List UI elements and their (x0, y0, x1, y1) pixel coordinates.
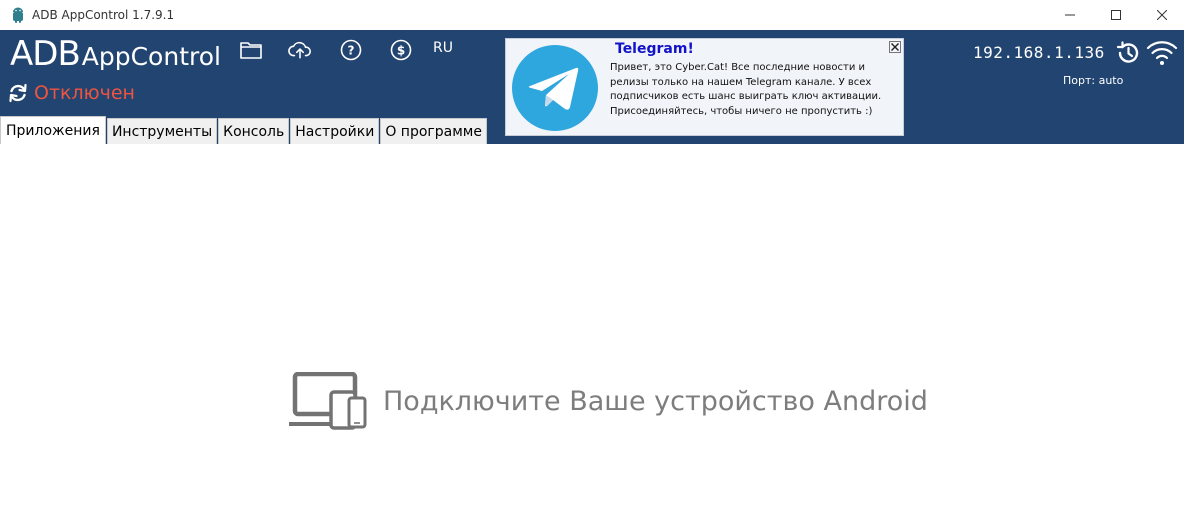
cloud-upload-icon (288, 41, 311, 59)
close-button[interactable] (1139, 0, 1184, 30)
maximize-button[interactable] (1093, 0, 1139, 30)
app-logo: ADB AppControl (10, 34, 221, 74)
close-icon (1157, 10, 1167, 20)
banner-title: Telegram! (615, 41, 694, 57)
connection-status: Отключен (7, 82, 135, 104)
svg-text:?: ? (348, 44, 355, 58)
tab-tools[interactable]: Инструменты (106, 118, 218, 144)
banner-text: Привет, это Cyber.Cat! Все последние нов… (610, 62, 882, 117)
port-label: Порт: auto (1063, 74, 1124, 87)
wifi-icon[interactable] (1146, 39, 1178, 67)
help-button[interactable]: ? (339, 38, 363, 62)
tab-console[interactable]: Консоль (218, 118, 290, 144)
telegram-banner[interactable]: Telegram! Привет, это Cyber.Cat! Все пос… (505, 38, 904, 136)
history-icon[interactable] (1115, 40, 1141, 66)
app-window: ADB AppControl 1.7.9.1 ADB AppControl ? … (0, 0, 1184, 513)
tab-bar: Приложения Инструменты Консоль Настройки… (0, 116, 488, 144)
tab-apps[interactable]: Приложения (0, 116, 106, 144)
cloud-upload-button[interactable] (288, 38, 312, 62)
app-header: ADB AppControl ? $ RU Отключен Telegram!… (0, 30, 1184, 144)
donate-icon: $ (390, 39, 412, 61)
logo-adb: ADB (10, 34, 81, 74)
banner-close-button[interactable] (888, 40, 902, 54)
language-switch[interactable]: RU (433, 40, 453, 56)
apps-panel: Подключите Ваше устройство Android (0, 144, 1184, 513)
devices-icon (289, 372, 367, 430)
ip-address[interactable]: 192.168.1.136 (973, 43, 1105, 62)
android-icon (13, 7, 23, 23)
help-icon: ? (340, 39, 362, 61)
maximize-icon (1111, 10, 1121, 20)
logo-appcontrol: AppControl (81, 42, 221, 71)
donate-button[interactable]: $ (389, 38, 413, 62)
minimize-icon (1065, 14, 1075, 16)
close-icon (889, 41, 901, 53)
status-text: Отключен (34, 82, 135, 104)
telegram-icon (512, 45, 598, 131)
refresh-icon[interactable] (7, 82, 29, 104)
folder-icon (240, 42, 262, 59)
tab-settings[interactable]: Настройки (290, 118, 380, 144)
tab-about[interactable]: О программе (380, 118, 487, 144)
empty-state: Подключите Ваше устройство Android (289, 372, 928, 430)
empty-state-message: Подключите Ваше устройство Android (383, 385, 928, 417)
title-bar[interactable]: ADB AppControl 1.7.9.1 (0, 0, 1184, 30)
window-title: ADB AppControl 1.7.9.1 (32, 8, 175, 22)
minimize-button[interactable] (1047, 0, 1093, 30)
svg-text:$: $ (397, 44, 405, 58)
open-folder-button[interactable] (239, 38, 263, 62)
